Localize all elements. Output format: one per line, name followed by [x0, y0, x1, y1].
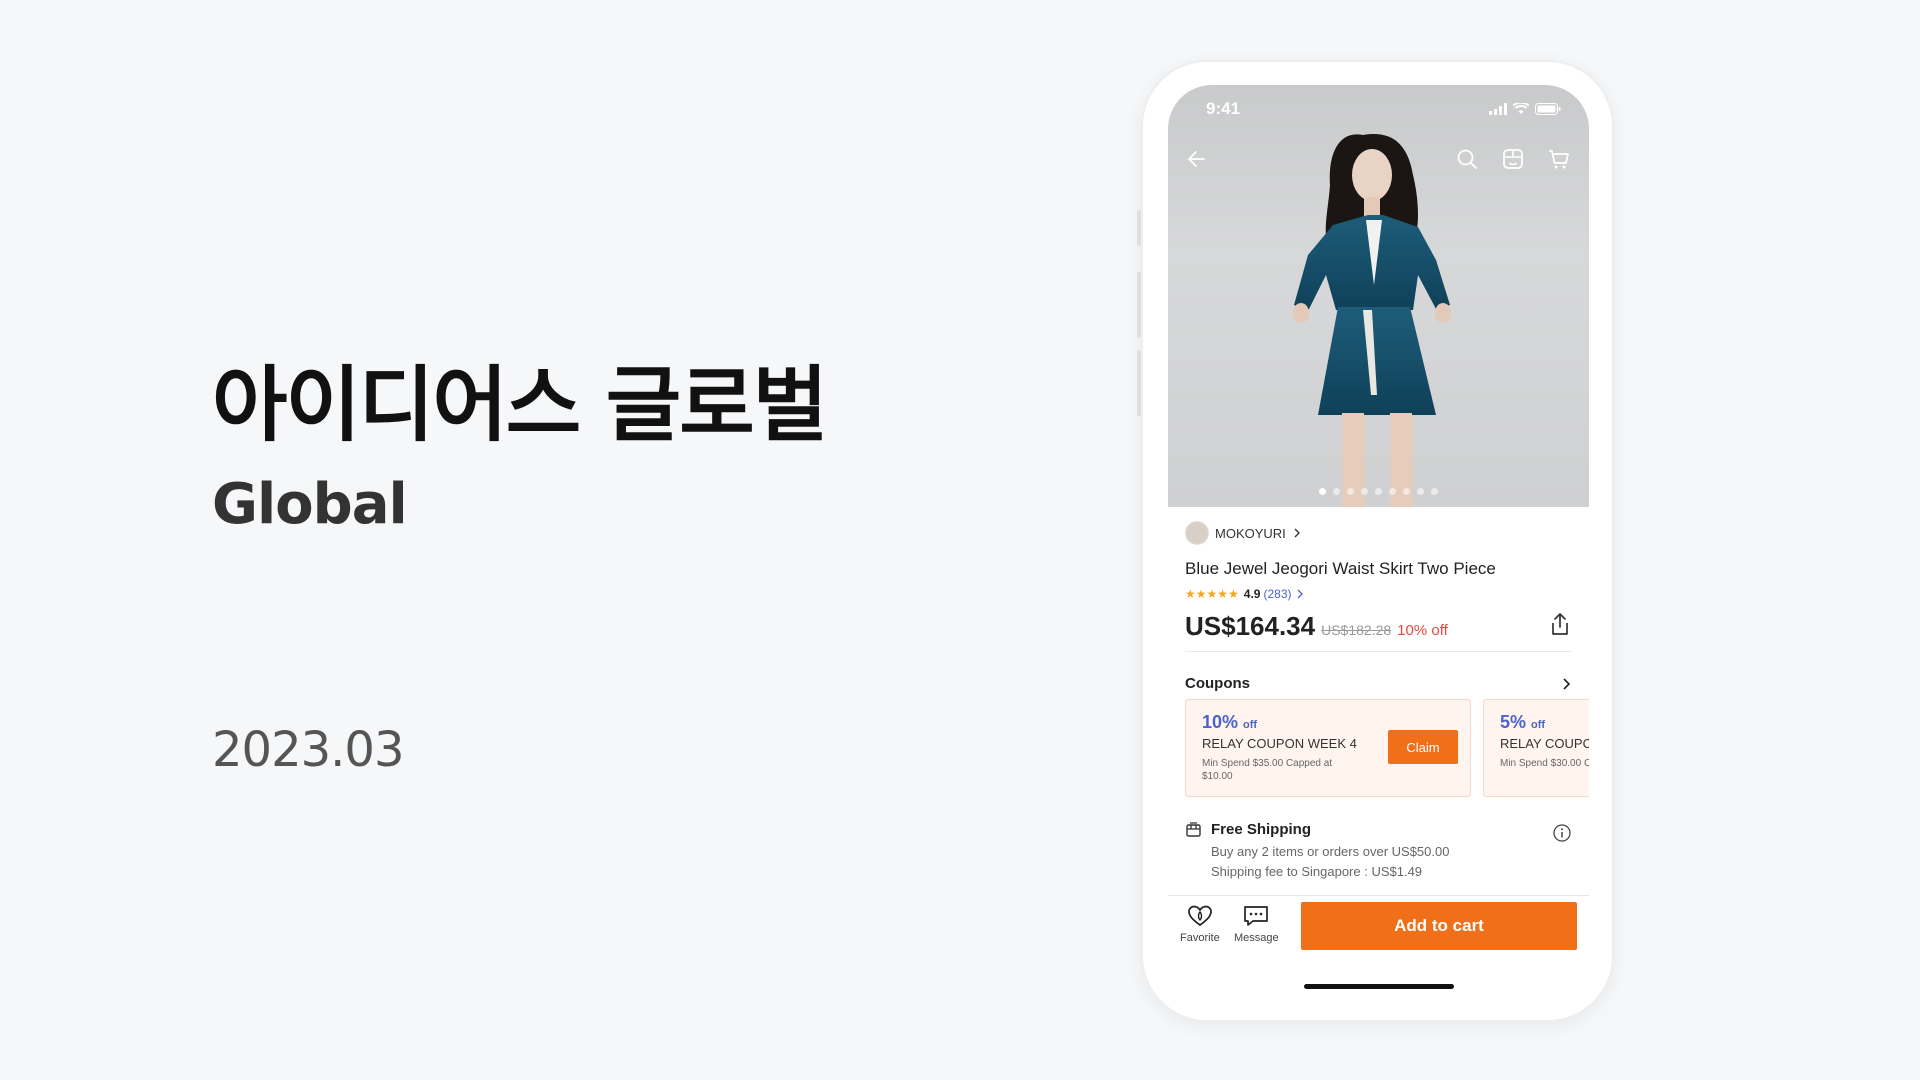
cart-icon[interactable]: [1547, 147, 1571, 171]
chevron-right-icon: [1294, 528, 1300, 538]
product-photo[interactable]: 9:41: [1168, 85, 1589, 507]
chat-icon: [1244, 906, 1269, 926]
slide-subtitle: Global: [212, 472, 408, 537]
gallery-dot[interactable]: [1417, 488, 1424, 495]
seller-avatar: [1185, 521, 1209, 545]
shipping-section: Free Shipping Buy any 2 items or orders …: [1185, 821, 1572, 879]
status-time: 9:41: [1206, 99, 1241, 118]
claim-button[interactable]: Claim: [1388, 730, 1458, 764]
seller-name: MOKOYURI: [1215, 525, 1286, 541]
product-title: Blue Jewel Jeogori Waist Skirt Two Piece: [1185, 559, 1496, 578]
chevron-right-icon: [1563, 677, 1571, 690]
message-button[interactable]: Message: [1234, 904, 1279, 944]
gallery-dot[interactable]: [1389, 488, 1396, 495]
signal-icon: [1489, 103, 1507, 115]
phone-screen: 9:41 MOKOYURI Blue Jewel Jeogori Waist S…: [1168, 85, 1589, 999]
gallery-dot[interactable]: [1431, 488, 1438, 495]
gallery-pagination[interactable]: [1168, 488, 1589, 495]
product-rating[interactable]: ★★★★★ 4.9 (283): [1185, 587, 1305, 601]
rating-stars-icon: ★★★★★: [1185, 587, 1239, 601]
coupon-conditions: Min Spend $35.00 Capped at $10.00: [1202, 758, 1333, 782]
sale-price: US$164.34: [1185, 611, 1316, 641]
rating-value: 4.9: [1243, 587, 1261, 601]
original-price: US$182.28: [1321, 622, 1392, 638]
search-icon[interactable]: [1455, 147, 1479, 171]
coupon-conditions: Min Spend $30.00 Capped at $1.50: [1500, 758, 1589, 769]
coupon-card[interactable]: 5% off RELAY COUPON WEEK 4 Min Spend $30…: [1483, 699, 1589, 797]
favorite-button[interactable]: Favorite: [1180, 904, 1220, 944]
battery-icon: [1535, 103, 1561, 115]
gallery-dot[interactable]: [1361, 488, 1368, 495]
slide-title: 아이디어스 글로벌: [212, 358, 828, 453]
coupon-card[interactable]: 10% off RELAY COUPON WEEK 4 Min Spend $3…: [1185, 699, 1471, 797]
home-indicator: [1304, 984, 1454, 989]
shipping-title: Free Shipping: [1211, 821, 1312, 838]
package-icon: [1186, 822, 1201, 837]
seller-link[interactable]: MOKOYURI: [1185, 521, 1302, 545]
discount-label: 10% off: [1397, 622, 1448, 639]
divider: [1185, 651, 1572, 652]
gallery-dot[interactable]: [1403, 488, 1410, 495]
chevron-right-icon: [1297, 589, 1303, 599]
coupon-percent: 5% off: [1500, 712, 1546, 732]
gallery-dot[interactable]: [1319, 488, 1326, 495]
top-navigation: [1186, 147, 1571, 171]
status-bar: 9:41: [1206, 99, 1561, 119]
add-to-cart-button[interactable]: Add to cart: [1301, 902, 1577, 950]
message-label: Message: [1234, 932, 1279, 944]
review-count: (283): [1263, 587, 1292, 601]
coupon-name: RELAY COUPON WEEK 4: [1500, 736, 1589, 751]
coupons-header[interactable]: Coupons: [1185, 675, 1572, 692]
slide-date: 2023.03: [212, 722, 404, 778]
back-arrow-icon[interactable]: [1186, 148, 1208, 170]
info-icon[interactable]: [1552, 823, 1572, 843]
coupons-title: Coupons: [1185, 675, 1250, 692]
bottom-action-bar: Favorite Message Add to cart: [1168, 895, 1589, 999]
shipping-fee: Shipping fee to Singapore : US$1.49: [1211, 864, 1423, 879]
shop-icon[interactable]: [1501, 147, 1525, 171]
gallery-dot[interactable]: [1333, 488, 1340, 495]
favorite-label: Favorite: [1180, 932, 1220, 944]
shipping-condition: Buy any 2 items or orders over US$50.00: [1211, 844, 1450, 859]
heart-icon: [1188, 905, 1212, 927]
price-row: US$164.34 US$182.28 10% off: [1185, 611, 1572, 642]
phone-mockup: 9:41 MOKOYURI Blue Jewel Jeogori Waist S…: [1141, 60, 1614, 1022]
gallery-dot[interactable]: [1347, 488, 1354, 495]
wifi-icon: [1513, 103, 1529, 114]
share-icon[interactable]: [1548, 611, 1572, 637]
gallery-dot[interactable]: [1375, 488, 1382, 495]
